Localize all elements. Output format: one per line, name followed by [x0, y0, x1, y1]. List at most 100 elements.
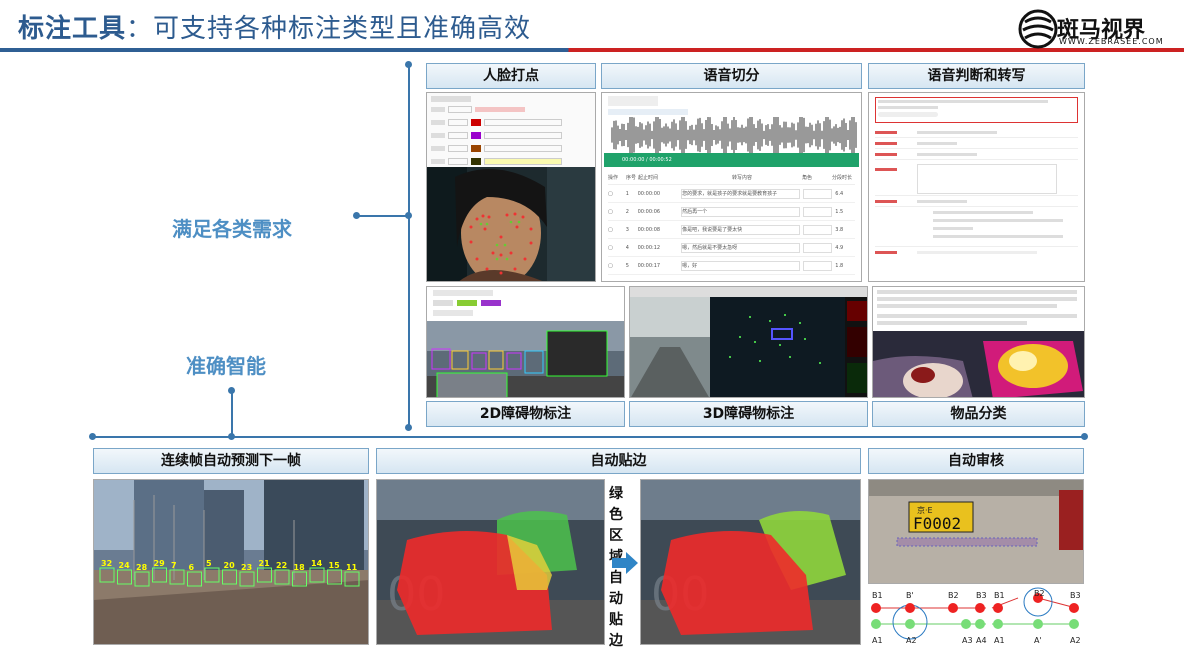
- review-top-label: B1: [872, 591, 883, 600]
- tree-dot: [228, 387, 235, 394]
- row-text[interactable]: 然后再一个: [681, 206, 800, 217]
- row-text[interactable]: 嗯，然后就是不要太急呀: [681, 242, 800, 253]
- speech-table-row[interactable]: ▢ 1 00:00:00 您的要求，就是孩子的要求就是要教育孩子 6.4: [608, 185, 855, 203]
- review-bottom-label: A2: [1070, 636, 1081, 645]
- speech-table-row[interactable]: ▢ 3 00:00:08 像是吧，我说要是了要太快 3.8: [608, 221, 855, 239]
- row-role[interactable]: [802, 242, 833, 253]
- review-bottom-label: A1: [872, 636, 883, 645]
- row-text[interactable]: 像是吧，我说要是了要太快: [681, 224, 800, 235]
- taxi-scene-before: 00: [377, 480, 604, 644]
- predict-id-label: 22: [276, 561, 287, 570]
- review-bottom-label: A2: [906, 636, 917, 645]
- predict-id-label: 15: [329, 561, 341, 570]
- food-photo: [873, 331, 1084, 397]
- caption-review: 自动审核: [868, 448, 1084, 474]
- tree-dot: [89, 433, 96, 440]
- speech-split-screenshot: 00:00:00 / 00:00:52 操作 序号 起止时间 转写内容 角色 分段时长 ▢…: [601, 92, 862, 282]
- arrow-right-icon: [612, 552, 638, 574]
- caption-obstacle-2d: 2D障碍物标注: [426, 401, 625, 427]
- predict-id-label: 11: [346, 563, 358, 572]
- zebra-logo-icon: [1018, 9, 1058, 49]
- row-op-icon: ▢: [608, 226, 613, 233]
- taxi-scene-after: 00: [641, 480, 860, 644]
- review-top-label: B1: [994, 591, 1005, 600]
- row-role[interactable]: [802, 188, 833, 199]
- logo-url: WWW.ZEBRASEE.COM: [1059, 37, 1164, 46]
- row-index: 2: [625, 208, 629, 215]
- row-text[interactable]: 您的要求，就是孩子的要求就是要教育孩子: [681, 188, 800, 199]
- audio-player-bar[interactable]: 00:00:00 / 00:00:52: [604, 153, 859, 167]
- row-duration: 3.8: [835, 226, 844, 233]
- row-op-icon: ▢: [608, 190, 613, 197]
- predict-id-label: 5: [206, 559, 212, 568]
- predict-id-label: 23: [241, 563, 252, 572]
- row-role[interactable]: [802, 260, 833, 271]
- row-op-icon: ▢: [608, 262, 613, 269]
- tree-vertical-line: [231, 390, 233, 436]
- predict-id-label: 29: [154, 559, 166, 568]
- caption-predict: 连续帧自动预测下一帧: [93, 448, 369, 474]
- caption-speech-judge: 语音判断和转写: [868, 63, 1085, 89]
- row-duration: 4.9: [835, 244, 844, 251]
- review-diagram: B1 B' B2 B3 B1 B2 B3 A1 A2 A3 A4 A1 A' A2: [868, 586, 1084, 646]
- speech-table-row[interactable]: ▢ 5 00:00:17 嗯，好 1.8: [608, 257, 855, 275]
- review-top-label: B': [906, 591, 914, 600]
- header-divider: [0, 48, 1184, 52]
- pointcloud-scene-3d: [630, 287, 867, 397]
- tree-dot: [228, 433, 235, 440]
- tree-branch: [357, 215, 407, 217]
- tree-dot: [405, 61, 412, 68]
- tree-vertical-line: [408, 64, 410, 428]
- caption-obstacle-3d: 3D障碍物标注: [629, 401, 868, 427]
- audio-waveform: [602, 117, 861, 153]
- obstacle-2d-screenshot: [426, 286, 625, 398]
- predict-id-label: 6: [189, 563, 195, 572]
- caption-speech-split: 语音切分: [601, 63, 862, 89]
- predict-frame-screenshot: 32 24 28 29 7 6 5 20 23 21 22 18 14 15 11: [93, 479, 369, 645]
- side-label-needs: 满足各类需求: [172, 217, 292, 241]
- predict-id-label: 21: [259, 559, 271, 568]
- speech-table-header: 操作 序号 起止时间 转写内容 角色 分段时长: [608, 171, 855, 185]
- row-duration: 6.4: [835, 190, 844, 197]
- row-time: 00:00:17: [637, 262, 661, 269]
- speech-judge-screenshot: [868, 92, 1085, 282]
- row-time: 00:00:12: [637, 244, 661, 251]
- review-bottom-label: A4: [976, 636, 987, 645]
- face-photo: [427, 167, 595, 281]
- review-bottom-label: A': [1034, 636, 1042, 645]
- caption-face: 人脸打点: [426, 63, 596, 89]
- edge-diagram: B1 B' B2 B3 B1 B2 B3 A1 A2 A3 A4 A1 A' A2: [871, 587, 1081, 645]
- face-annotation-screenshot: [426, 92, 596, 282]
- row-time: 00:00:06: [637, 208, 661, 215]
- svg-text:F0002: F0002: [913, 514, 961, 533]
- review-plate-image: 京·E F0002: [868, 479, 1084, 584]
- row-role[interactable]: [802, 206, 833, 217]
- row-text[interactable]: 嗯，好: [681, 260, 800, 271]
- row-role[interactable]: [802, 224, 833, 235]
- predict-id-label: 32: [101, 559, 112, 568]
- row-index: 4: [625, 244, 629, 251]
- caption-snap: 自动贴边: [376, 448, 861, 474]
- speech-table-row[interactable]: ▢ 4 00:00:12 嗯，然后就是不要太急呀 4.9: [608, 239, 855, 257]
- row-index: 5: [625, 262, 629, 269]
- snap-before-image: 00: [376, 479, 605, 645]
- row-op-icon: ▢: [608, 244, 613, 251]
- review-top-label: B2: [948, 591, 959, 600]
- row-duration: 1.8: [835, 262, 844, 269]
- row-index: 3: [625, 226, 629, 233]
- predict-id-label: 28: [136, 563, 148, 572]
- predict-id-label: 14: [311, 559, 323, 568]
- predict-id-label: 7: [171, 561, 177, 570]
- street-scene: 32 24 28 29 7 6 5 20 23 21 22 18 14 15 11: [94, 480, 368, 644]
- side-label-smart: 准确智能: [186, 354, 266, 378]
- review-bottom-label: A3: [962, 636, 973, 645]
- speech-table-row[interactable]: ▢ 2 00:00:06 然后再一个 1.5: [608, 203, 855, 221]
- row-time: 00:00:00: [637, 190, 661, 197]
- tree-dot: [1081, 433, 1088, 440]
- road-scene-2d: [427, 321, 624, 397]
- review-bottom-label: A1: [994, 636, 1005, 645]
- car-rear-photo: 京·E F0002: [869, 480, 1083, 583]
- predict-id-label: 24: [119, 561, 131, 570]
- row-index: 1: [625, 190, 629, 197]
- row-duration: 1.5: [835, 208, 844, 215]
